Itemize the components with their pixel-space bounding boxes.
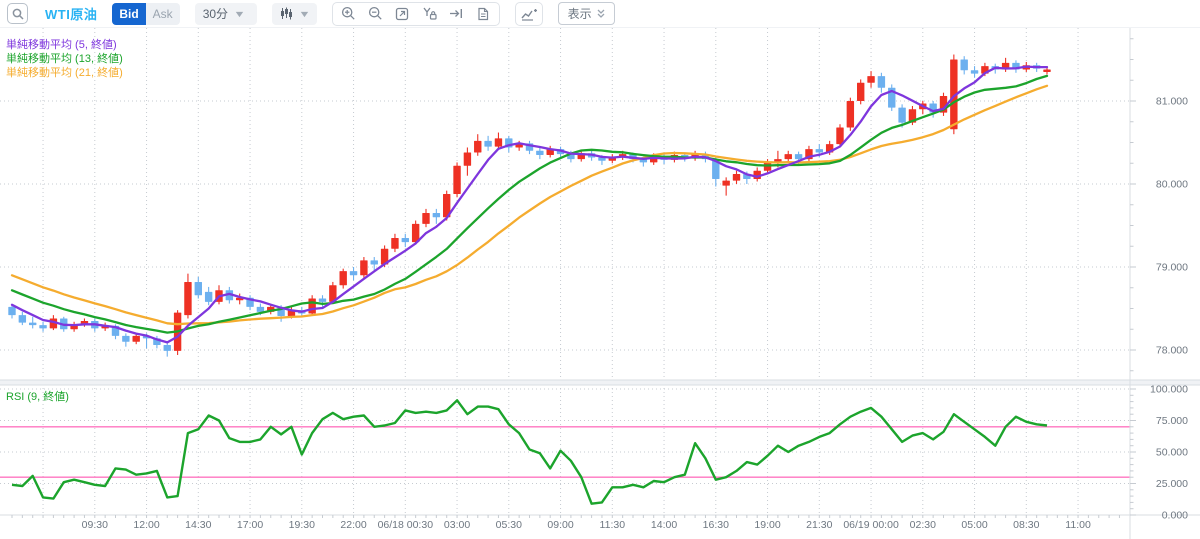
chart-type-select[interactable]: ▼	[271, 2, 317, 25]
zoom-out-icon	[368, 6, 382, 20]
fit-screen-icon	[395, 7, 409, 20]
bid-button[interactable]: Bid	[112, 2, 146, 25]
go-to-end-icon	[450, 9, 463, 18]
rsi-plot[interactable]	[0, 385, 1130, 515]
chart-area: RSI (9, 終値)81.00080.00079.00078.000100.0…	[0, 28, 1200, 539]
chart-toolbar: WTI原油 Bid Ask 30分 ▼ ▼ 表示	[0, 0, 1200, 28]
y-axis-lock-button[interactable]	[416, 3, 443, 25]
chart-tools-group	[331, 1, 500, 26]
candlestick-type-icon	[280, 7, 292, 20]
y-axis-lock-icon	[423, 7, 437, 20]
document-button[interactable]	[470, 3, 497, 25]
trading-chart-window: { "toolbar": { "symbol": "WTI原油", "bid_l…	[0, 0, 1200, 539]
timeframe-value: 30分	[202, 7, 229, 21]
display-settings-button[interactable]: 表示	[557, 2, 615, 25]
fit-screen-button[interactable]	[389, 3, 416, 25]
zoom-in-button[interactable]	[335, 3, 362, 25]
chart-canvas: RSI (9, 終値)81.00080.00079.00078.000100.0…	[0, 28, 1200, 539]
bid-ask-toggle: Bid Ask	[112, 2, 180, 25]
add-indicator-icon	[521, 8, 537, 21]
panel-separator[interactable]	[0, 379, 1200, 386]
main-chart-plot[interactable]	[0, 28, 1130, 380]
time-axis[interactable]	[0, 515, 1200, 539]
go-to-end-button[interactable]	[443, 3, 470, 25]
price-axis[interactable]	[1130, 28, 1200, 515]
search-button[interactable]	[7, 3, 28, 24]
add-indicator-button[interactable]	[514, 1, 543, 26]
chevron-down-icon: ▼	[297, 8, 311, 19]
document-icon	[478, 7, 489, 20]
chevron-down-icon: ▼	[233, 8, 246, 19]
timeframe-select[interactable]: 30分 ▼	[194, 2, 257, 25]
double-chevron-icon	[597, 9, 605, 18]
zoom-in-icon	[341, 6, 355, 20]
symbol-name: WTI原油	[45, 7, 98, 22]
zoom-out-button[interactable]	[362, 3, 389, 25]
search-icon	[12, 8, 24, 20]
display-settings-label: 表示	[567, 7, 592, 21]
ask-button[interactable]: Ask	[145, 2, 180, 25]
